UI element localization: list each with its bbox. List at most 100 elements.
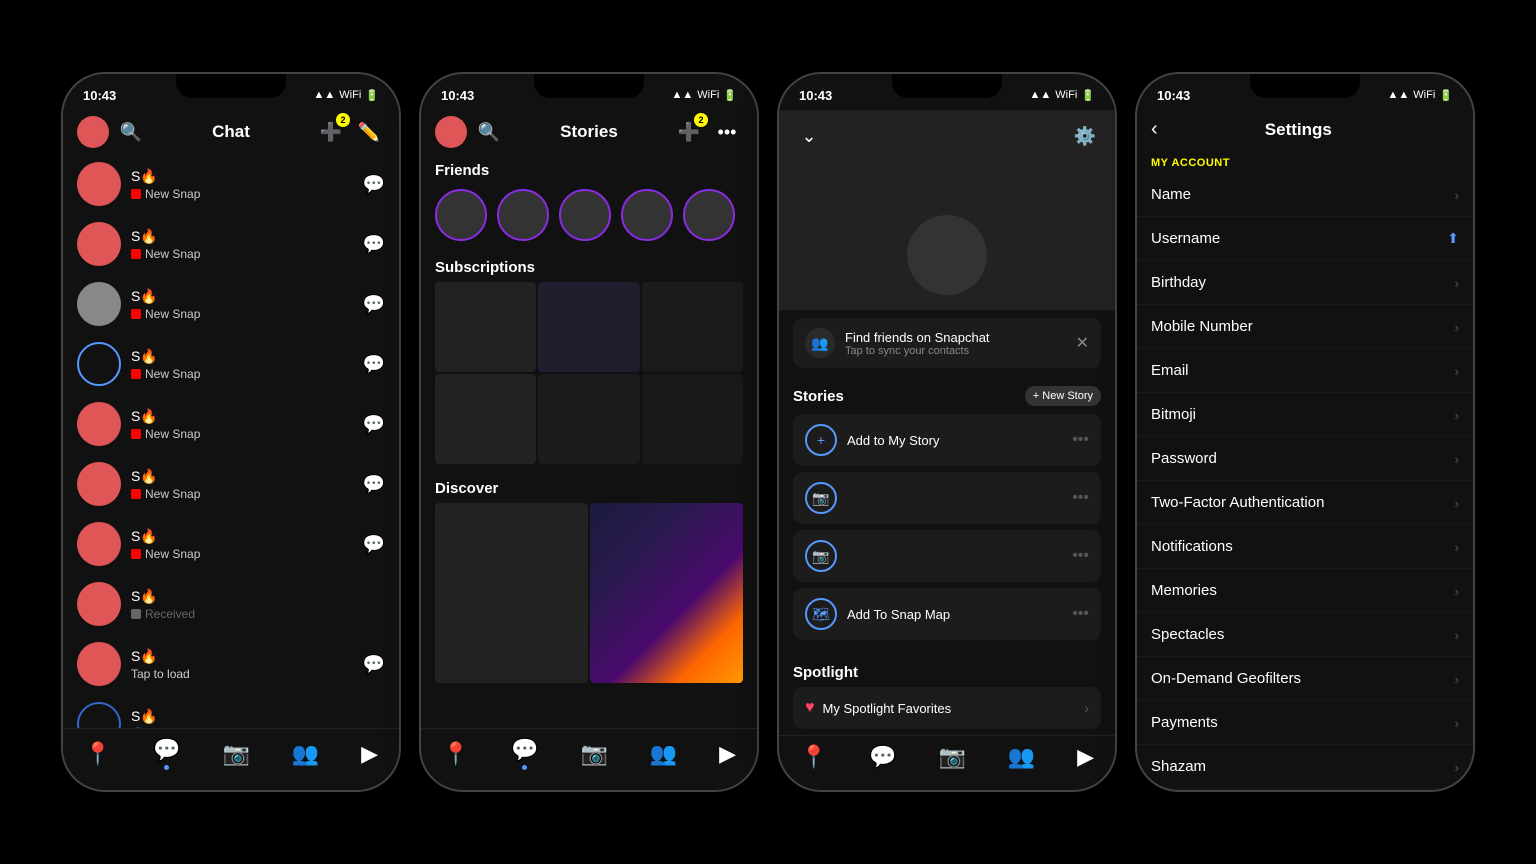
battery-icon-4: 🔋 <box>1439 89 1453 102</box>
settings-item-email[interactable]: Email › <box>1137 349 1473 393</box>
nav-camera-s[interactable]: 📷 <box>581 741 608 767</box>
add-my-story-row[interactable]: + Add to My Story ••• <box>793 414 1101 466</box>
story-row-2[interactable]: 📷 ••• <box>793 472 1101 524</box>
signal-icon-4: ▲▲ <box>1388 89 1410 101</box>
chat-item-2[interactable]: S🔥 New Snap 💬 <box>63 214 399 274</box>
settings-item-mobile[interactable]: Mobile Number › <box>1137 305 1473 349</box>
settings-item-spectacles[interactable]: Spectacles › <box>1137 613 1473 657</box>
chat-item-6[interactable]: S🔥 New Snap 💬 <box>63 454 399 514</box>
chat-name-8: S🔥 <box>131 588 385 605</box>
settings-back-btn[interactable]: ‹ <box>1151 118 1158 141</box>
user-avatar-chat[interactable] <box>77 116 109 148</box>
sub-item-2[interactable] <box>538 282 639 372</box>
settings-item-shazam[interactable]: Shazam › <box>1137 745 1473 789</box>
chat-status-8: Received <box>131 607 385 621</box>
chat-item-9[interactable]: S🔥 Tap to load 💬 <box>63 634 399 694</box>
chat-item-7[interactable]: S🔥 New Snap 💬 <box>63 514 399 574</box>
settings-item-notifications[interactable]: Notifications › <box>1137 525 1473 569</box>
chat-bubble-1[interactable]: 💬 <box>363 174 385 195</box>
story-row-3[interactable]: 📷 ••• <box>793 530 1101 582</box>
settings-item-memories[interactable]: Memories › <box>1137 569 1473 613</box>
story-more-2[interactable]: ••• <box>1072 489 1089 507</box>
chat-avatar-7 <box>77 522 121 566</box>
back-icon-profile[interactable]: ⌄ <box>793 120 825 152</box>
chat-bubble-7[interactable]: 💬 <box>363 534 385 555</box>
more-icon-stories[interactable]: ••• <box>711 116 743 148</box>
search-icon-chat[interactable]: 🔍 <box>115 116 147 148</box>
chat-bubble-9[interactable]: 💬 <box>363 654 385 675</box>
wifi-icon-3: WiFi <box>1055 89 1077 101</box>
chat-title: Chat <box>147 122 315 142</box>
nav-spotlight-p[interactable]: ▶ <box>1077 744 1094 770</box>
nav-camera[interactable]: 📷 <box>223 741 250 767</box>
nav-friends-p[interactable]: 👥 <box>1008 744 1035 770</box>
chat-bubble-6[interactable]: 💬 <box>363 474 385 495</box>
snap-map-more[interactable]: ••• <box>1072 605 1089 623</box>
settings-icon-profile[interactable]: ⚙️ <box>1069 120 1101 152</box>
chat-item-1[interactable]: S🔥 New Snap 💬 <box>63 154 399 214</box>
chat-item-8[interactable]: S🔥 Received <box>63 574 399 634</box>
nav-camera-p[interactable]: 📷 <box>939 744 966 770</box>
nav-map-s[interactable]: 📍 <box>442 741 469 767</box>
chat-bubble-4[interactable]: 💬 <box>363 354 385 375</box>
settings-item-birthday[interactable]: Birthday › <box>1137 261 1473 305</box>
chat-item-10[interactable]: S🔥 🔵 New Chat <box>63 694 399 728</box>
chat-item-5[interactable]: S🔥 New Snap 💬 <box>63 394 399 454</box>
settings-2fa-label: Two-Factor Authentication <box>1151 494 1324 511</box>
settings-item-bitmoji[interactable]: Bitmoji › <box>1137 393 1473 437</box>
nav-friends-s[interactable]: 👥 <box>650 741 677 767</box>
discover-item-1[interactable] <box>435 503 588 683</box>
add-my-story-text: Add to My Story <box>847 433 939 448</box>
settings-item-2fa[interactable]: Two-Factor Authentication › <box>1137 481 1473 525</box>
new-story-btn[interactable]: + New Story <box>1025 386 1101 406</box>
story-circle-5[interactable] <box>683 189 735 241</box>
nav-chat-s[interactable]: 💬 <box>511 737 538 770</box>
subscriptions-grid <box>435 282 743 464</box>
story-circle-3[interactable] <box>559 189 611 241</box>
notch-1 <box>176 74 286 98</box>
settings-item-name[interactable]: Name › <box>1137 173 1473 217</box>
sub-item-1[interactable] <box>435 282 536 372</box>
nav-spotlight-s[interactable]: ▶ <box>719 741 736 767</box>
search-icon-stories[interactable]: 🔍 <box>473 116 505 148</box>
chat-item-4[interactable]: S🔥 New Snap 💬 <box>63 334 399 394</box>
profile-bitmoji <box>907 215 987 295</box>
nav-map[interactable]: 📍 <box>84 741 111 767</box>
find-friends-close[interactable]: ✕ <box>1076 333 1089 353</box>
story-circle-2[interactable] <box>497 189 549 241</box>
sub-item-6[interactable] <box>642 374 743 464</box>
chat-item-3[interactable]: S🔥 New Snap 💬 <box>63 274 399 334</box>
nav-friends[interactable]: 👥 <box>292 741 319 767</box>
snap-label-2: New Snap <box>145 247 200 261</box>
settings-item-username[interactable]: Username ⬆ <box>1137 217 1473 261</box>
edit-icon-chat[interactable]: ✏️ <box>353 116 385 148</box>
add-snap-map-row[interactable]: 🗺 Add To Snap Map ••• <box>793 588 1101 640</box>
nav-chat-active[interactable]: 💬 <box>153 737 180 770</box>
discover-item-2[interactable] <box>590 503 743 683</box>
chat-bubble-3[interactable]: 💬 <box>363 294 385 315</box>
story-more-3[interactable]: ••• <box>1072 547 1089 565</box>
user-avatar-stories[interactable] <box>435 116 467 148</box>
snap-label-4: New Snap <box>145 367 200 381</box>
chat-bubble-2[interactable]: 💬 <box>363 234 385 255</box>
stories-title-header: Stories <box>505 122 673 142</box>
settings-item-geofilters[interactable]: On-Demand Geofilters › <box>1137 657 1473 701</box>
chat-avatar-9 <box>77 642 121 686</box>
settings-item-password[interactable]: Password › <box>1137 437 1473 481</box>
sub-item-5[interactable] <box>538 374 639 464</box>
settings-item-apps-from-snap[interactable]: Apps from Snap › <box>1137 789 1473 790</box>
my-spotlight-favorites-row[interactable]: ♥ My Spotlight Favorites › <box>793 687 1101 729</box>
chat-info-2: S🔥 New Snap <box>131 228 353 261</box>
story-circle-4[interactable] <box>621 189 673 241</box>
stories-header-right: ➕ 2 ••• <box>673 116 743 148</box>
profile-content: ⌄ ⚙️ 👥 Find friends on Snapchat Tap to s… <box>779 110 1115 735</box>
settings-item-payments[interactable]: Payments › <box>1137 701 1473 745</box>
sub-item-3[interactable] <box>642 282 743 372</box>
my-story-more[interactable]: ••• <box>1072 431 1089 449</box>
sub-item-4[interactable] <box>435 374 536 464</box>
nav-spotlight[interactable]: ▶ <box>361 741 378 767</box>
story-circle-1[interactable] <box>435 189 487 241</box>
nav-chat-p[interactable]: 💬 <box>869 744 896 770</box>
chat-bubble-5[interactable]: 💬 <box>363 414 385 435</box>
nav-map-p[interactable]: 📍 <box>800 744 827 770</box>
